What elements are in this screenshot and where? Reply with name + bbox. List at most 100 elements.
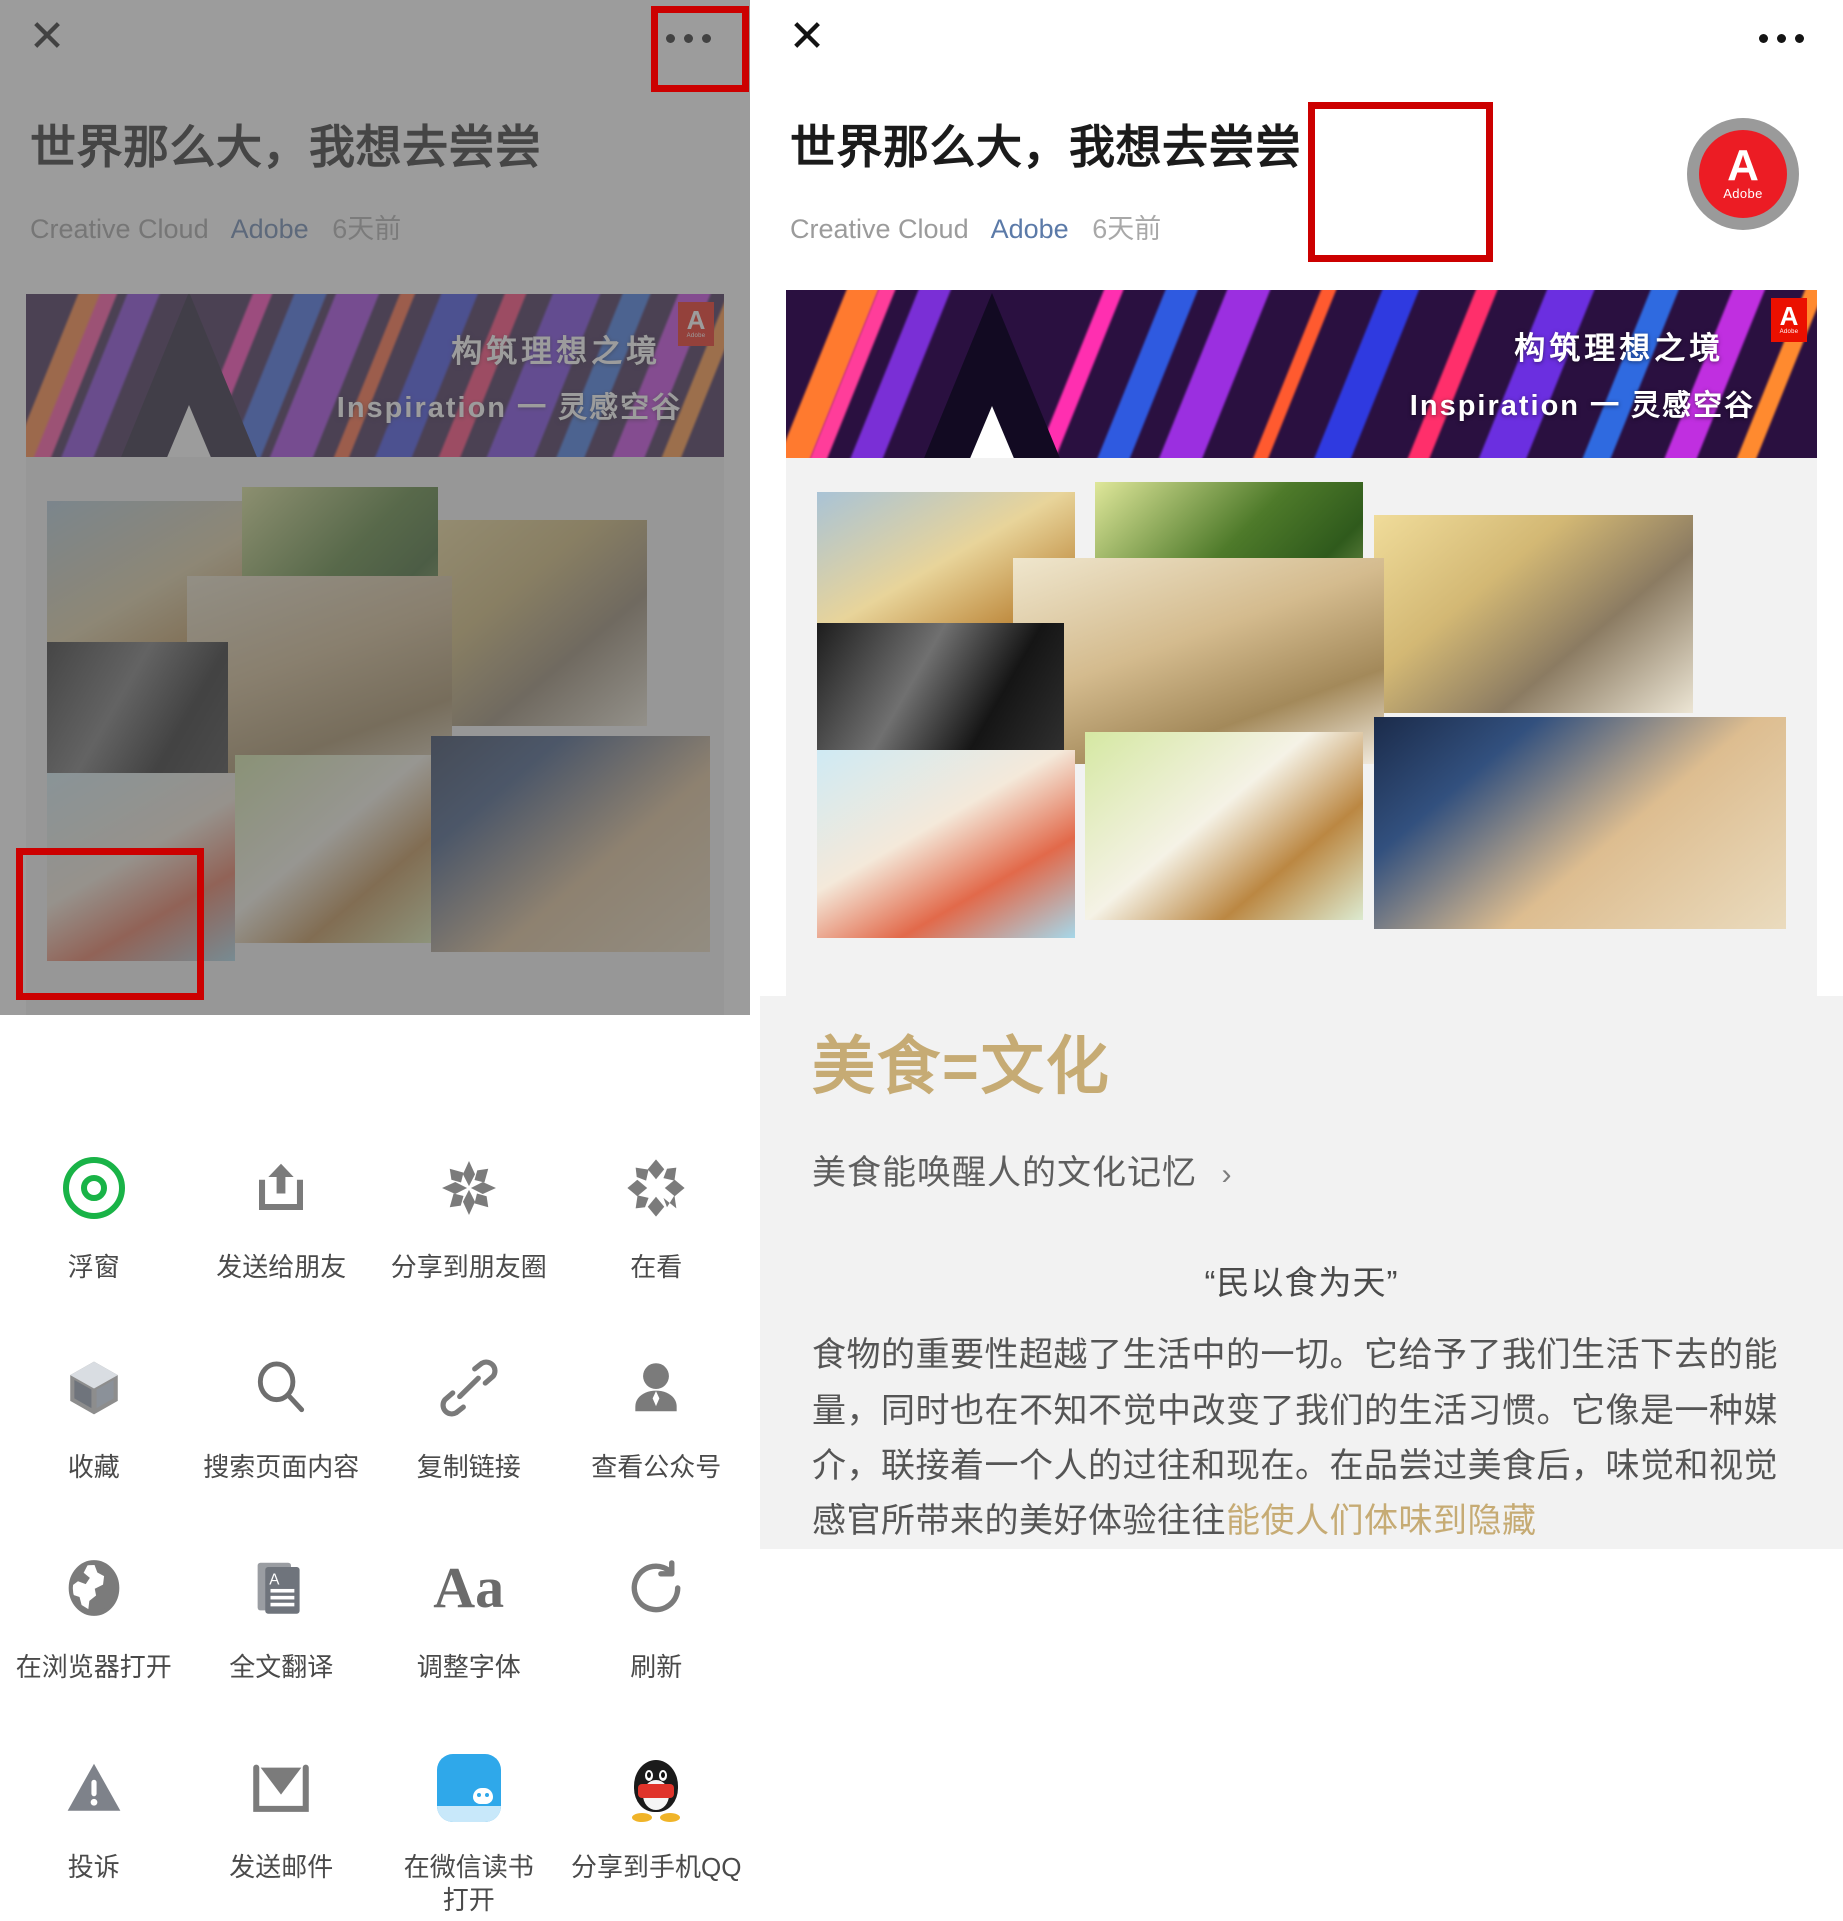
left-phone-panel: ✕ 世界那么大，我想去尝尝 Creative Cloud Adobe 6天前 构… <box>0 0 750 1921</box>
share-item-favorite[interactable]: 收藏 <box>0 1321 188 1521</box>
share-item-complaint[interactable]: 投诉 <box>0 1721 188 1921</box>
photo-baker <box>437 519 648 727</box>
share-item-copy-link[interactable]: 复制链接 <box>375 1321 563 1521</box>
banner-line-1: 构筑理想之境 <box>451 334 662 370</box>
photo-bun-dessert <box>235 754 431 943</box>
share-item-label: 发送邮件 <box>229 1852 334 1882</box>
person-icon <box>625 1345 687 1431</box>
share-item-label: 在看 <box>630 1252 683 1282</box>
avatar-inner: A Adobe <box>1699 130 1787 218</box>
avatar: A Adobe <box>1687 118 1799 230</box>
favorite-box-icon <box>63 1345 125 1431</box>
wechat-read-icon <box>436 1745 501 1831</box>
share-item-float-window[interactable]: 浮窗 <box>0 1121 188 1321</box>
adobe-wordmark: Adobe <box>686 332 706 339</box>
collage-grid <box>26 486 724 971</box>
float-window-icon <box>62 1145 125 1231</box>
share-item-wow[interactable]: 在看 <box>563 1121 751 1321</box>
send-to-friend-icon <box>248 1145 314 1231</box>
article-header-right: 世界那么大，我想去尝尝 Creative Cloud Adobe 6天前 <box>760 90 1843 246</box>
share-item-label: 全文翻译 <box>229 1652 334 1682</box>
more-options-icon[interactable] <box>652 18 724 58</box>
share-item-label: 在浏览器打开 <box>15 1652 172 1682</box>
photo-baker <box>1373 515 1694 713</box>
banner-line-1: 构筑理想之境 <box>1514 331 1725 367</box>
share-item-search-page[interactable]: 搜索页面内容 <box>188 1321 376 1521</box>
food-collage-left <box>26 456 724 1015</box>
search-icon <box>250 1345 312 1431</box>
author-name[interactable]: Adobe <box>991 214 1069 244</box>
article-meta: Creative Cloud Adobe 6天前 <box>30 207 720 246</box>
qq-icon <box>626 1745 686 1831</box>
photo-grapefruit <box>46 773 236 962</box>
banner-letter-a-highlight <box>162 404 215 457</box>
adobe-logo-badge: A Adobe <box>678 301 714 346</box>
page-title: 世界那么大，我想去尝尝 <box>30 121 542 173</box>
share-item-view-account[interactable]: 查看公众号 <box>563 1321 751 1521</box>
banner-line-2: Inspiration 一 灵感空谷 <box>1409 390 1756 423</box>
share-item-send-mail[interactable]: 发送邮件 <box>188 1721 376 1921</box>
photo-bw-abstract <box>46 641 229 783</box>
share-item-open-browser[interactable]: 在浏览器打开 <box>0 1521 188 1721</box>
share-item-translate[interactable]: A 全文翻译 <box>188 1521 376 1721</box>
more-options-icon[interactable] <box>1745 18 1817 58</box>
share-item-label: 复制链接 <box>416 1452 521 1482</box>
share-item-label: 收藏 <box>67 1452 120 1482</box>
adobe-wordmark: Adobe <box>1723 185 1763 201</box>
share-item-moments[interactable]: 分享到朋友圈 <box>375 1121 563 1321</box>
share-item-label: 查看公众号 <box>591 1452 722 1482</box>
share-item-label: 分享到朋友圈 <box>390 1252 547 1282</box>
adobe-logo-badge: A Adobe <box>1771 297 1807 342</box>
share-item-label: 在微信读书 打开 <box>403 1852 534 1916</box>
photo-grapefruit <box>816 750 1075 939</box>
share-item-font-size[interactable]: Aa 调整字体 <box>375 1521 563 1721</box>
article-meta: Creative Cloud Adobe 6天前 <box>790 207 1653 246</box>
navbar-left: ✕ <box>0 0 750 90</box>
wow-icon <box>623 1145 689 1231</box>
section-subheading[interactable]: 美食能唤醒人的文化记忆 › <box>812 1145 1791 1194</box>
adobe-banner-image: 构筑理想之境 Inspiration 一 灵感空谷 A Adobe <box>786 289 1817 458</box>
share-item-label: 刷新 <box>630 1652 683 1682</box>
account-name[interactable]: Creative Cloud <box>30 214 209 244</box>
adobe-a-glyph: A <box>1727 141 1759 191</box>
share-item-share-qq[interactable]: 分享到手机QQ <box>563 1721 751 1921</box>
refresh-icon <box>625 1545 687 1631</box>
photo-bw-abstract <box>816 623 1065 756</box>
adobe-avatar[interactable]: A Adobe <box>1687 118 1799 230</box>
dimmed-article-layer: ✕ 世界那么大，我想去尝尝 Creative Cloud Adobe 6天前 构… <box>0 0 750 1015</box>
banner-container-right: 构筑理想之境 Inspiration 一 灵感空谷 A Adobe <box>786 289 1817 458</box>
section-subheading-text: 美食能唤醒人的文化记忆 <box>812 1154 1197 1193</box>
author-name[interactable]: Adobe <box>231 214 309 244</box>
share-item-refresh[interactable]: 刷新 <box>563 1521 751 1721</box>
section-heading: 美食=文化 <box>812 1031 1111 1102</box>
account-name[interactable]: Creative Cloud <box>790 214 969 244</box>
collage-grid <box>786 482 1817 962</box>
share-item-label: 分享到手机QQ <box>571 1852 742 1882</box>
mail-icon <box>248 1745 314 1831</box>
food-collage-right <box>786 457 1817 996</box>
banner-container-left: 构筑理想之境 Inspiration 一 灵感空谷 A Adobe <box>26 293 724 457</box>
globe-icon <box>63 1545 125 1631</box>
chevron-right-icon: › <box>1221 1158 1233 1192</box>
banner-letter-a-highlight <box>966 405 1019 458</box>
close-icon[interactable]: ✕ <box>784 14 830 60</box>
warning-icon <box>63 1745 125 1831</box>
share-item-wechat-read[interactable]: 在微信读书 打开 <box>375 1721 563 1921</box>
page-title: 世界那么大，我想去尝尝 <box>790 121 1302 173</box>
share-action-sheet: 浮窗 发送给朋友 分享到朋友圈 在看 收藏 搜索页面内容 复制链接 查看公众号 … <box>0 1095 750 1921</box>
font-size-icon: Aa <box>433 1555 505 1620</box>
share-item-label: 浮窗 <box>67 1252 120 1282</box>
photo-dinner-table <box>1373 717 1787 929</box>
share-item-label: 搜索页面内容 <box>203 1452 360 1482</box>
close-icon[interactable]: ✕ <box>24 14 70 60</box>
navbar-right: ✕ <box>760 0 1843 90</box>
share-item-label: 调整字体 <box>416 1652 521 1682</box>
translate-icon: A <box>252 1545 310 1631</box>
article-paragraph: 食物的重要性超越了生活中的一切。它给予了我们生活下去的能量，同时也在不知不觉中改… <box>812 1328 1791 1548</box>
share-item-send-to-friend[interactable]: 发送给朋友 <box>188 1121 376 1321</box>
right-phone-panel: ✕ A Adobe 世界那么大，我想去尝尝 Creative Cloud Ado… <box>760 0 1843 1921</box>
publish-time: 6天前 <box>332 213 402 244</box>
photo-bun-dessert <box>1084 731 1364 920</box>
share-item-label: 投诉 <box>67 1852 120 1882</box>
link-icon <box>438 1345 500 1431</box>
